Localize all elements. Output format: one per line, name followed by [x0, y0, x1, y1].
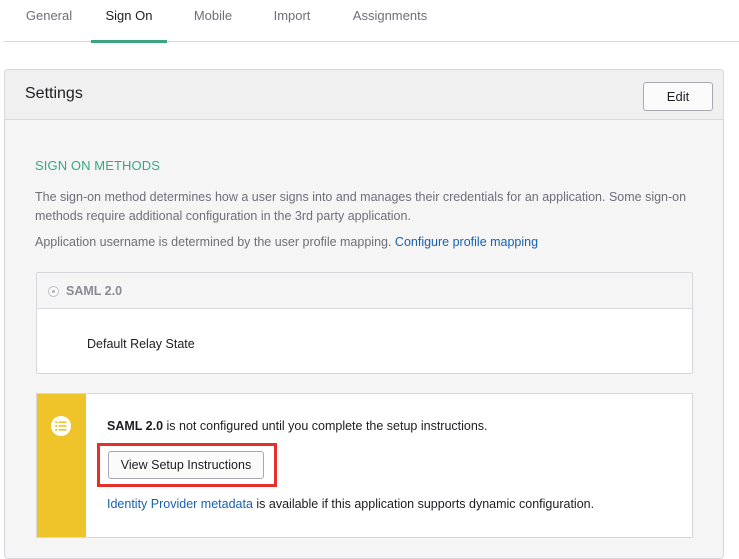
saml-radio[interactable]	[48, 286, 59, 297]
tab-assignments[interactable]: Assignments	[346, 0, 434, 42]
tab-mobile[interactable]: Mobile	[185, 0, 241, 42]
saml-method-box: SAML 2.0 Default Relay State	[36, 272, 693, 374]
username-mapping-label: Application username is determined by th…	[35, 235, 395, 249]
configure-profile-mapping-link[interactable]: Configure profile mapping	[395, 235, 538, 249]
tab-general[interactable]: General	[19, 0, 79, 42]
setup-warning-text: SAML 2.0 is not configured until you com…	[107, 419, 488, 433]
edit-button[interactable]: Edit	[643, 82, 713, 111]
tab-import[interactable]: Import	[266, 0, 318, 42]
settings-header: Settings Edit	[5, 70, 723, 120]
settings-title: Settings	[25, 85, 83, 102]
sign-on-description: The sign-on method determines how a user…	[35, 190, 687, 223]
idp-metadata-text: Identity Provider metadata is available …	[107, 497, 594, 511]
tab-bar: General Sign On Mobile Import Assignment…	[4, 0, 739, 43]
warning-stripe	[37, 394, 86, 537]
saml-method-header: SAML 2.0	[37, 273, 692, 309]
sign-on-methods-heading: SIGN ON METHODS	[35, 158, 161, 173]
list-icon	[51, 416, 71, 436]
username-mapping-text: Application username is determined by th…	[35, 233, 695, 252]
identity-provider-metadata-link[interactable]: Identity Provider metadata	[107, 497, 253, 511]
setup-warning-message: is not configured until you complete the…	[163, 419, 488, 433]
saml-method-label: SAML 2.0	[66, 284, 123, 298]
setup-warning-box: SAML 2.0 is not configured until you com…	[36, 393, 693, 538]
setup-warning-bold: SAML 2.0	[107, 419, 164, 433]
default-relay-state-label: Default Relay State	[87, 337, 195, 351]
tab-sign-on[interactable]: Sign On	[91, 0, 167, 43]
view-setup-instructions-button[interactable]: View Setup Instructions	[108, 451, 264, 479]
idp-metadata-message: is available if this application support…	[252, 497, 595, 511]
settings-panel: Settings Edit SIGN ON METHODS The sign-o…	[4, 69, 724, 559]
